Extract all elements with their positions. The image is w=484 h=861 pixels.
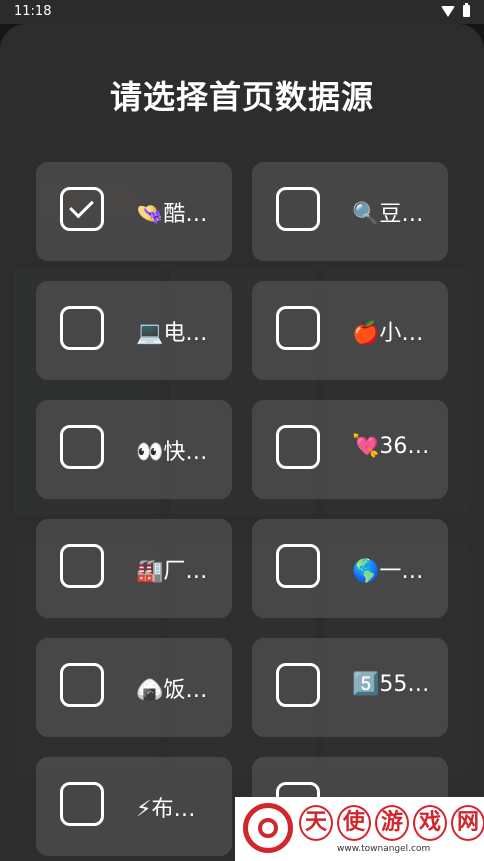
- source-option[interactable]: 🏭厂…: [36, 519, 232, 618]
- checkbox[interactable]: [60, 544, 104, 588]
- checkbox[interactable]: [60, 663, 104, 707]
- source-option[interactable]: 🍙饭…: [36, 638, 232, 737]
- source-label: 🍙饭…: [136, 678, 208, 703]
- wifi-icon: [441, 5, 455, 17]
- battery-icon: [463, 3, 470, 17]
- source-label: 👀快…: [136, 440, 208, 465]
- status-bar: 11:18: [0, 0, 484, 24]
- checkbox[interactable]: [276, 187, 320, 231]
- source-label: 🍎小…: [352, 321, 424, 346]
- source-option[interactable]: 💻电…: [36, 281, 232, 380]
- source-label: 💘36…: [352, 434, 430, 459]
- source-label: 🏭厂…: [136, 559, 208, 584]
- data-source-dialog: 请选择首页数据源 👒酷… 🔍豆… 💻电… 🍎小… 👀快… 💘36… 🏭厂… 🌎一… 🍙饭… 5️⃣…: [0, 24, 484, 861]
- source-label: 👒酷…: [136, 202, 208, 227]
- source-label: ⚡布…: [136, 797, 196, 822]
- source-option[interactable]: 👒酷…: [36, 162, 232, 261]
- watermark-text: 天使游戏网: [299, 805, 484, 841]
- source-option[interactable]: 💘36…: [252, 400, 448, 499]
- checkbox[interactable]: [60, 782, 104, 826]
- watermark-url: www.townangel.com: [337, 844, 431, 854]
- source-label: 💻电…: [136, 321, 208, 346]
- checkbox[interactable]: [276, 425, 320, 469]
- watermark-char: 网: [451, 805, 484, 841]
- source-label: 🔍豆…: [352, 202, 424, 227]
- checkbox[interactable]: [276, 306, 320, 350]
- source-option[interactable]: 🌎一…: [252, 519, 448, 618]
- checkbox[interactable]: [276, 544, 320, 588]
- watermark-char: 天: [299, 805, 333, 841]
- checkbox[interactable]: [60, 306, 104, 350]
- source-option[interactable]: 5️⃣55…: [252, 638, 448, 737]
- watermark-char: 使: [337, 805, 371, 841]
- source-label: 5️⃣55…: [352, 672, 430, 697]
- watermark-char: 游: [375, 805, 409, 841]
- source-option[interactable]: 🍎小…: [252, 281, 448, 380]
- source-label: 🌎一…: [352, 559, 424, 584]
- checkbox[interactable]: [60, 425, 104, 469]
- source-option[interactable]: 🔍豆…: [252, 162, 448, 261]
- source-option[interactable]: ⚡布…: [36, 757, 232, 856]
- checkbox-checked[interactable]: [60, 187, 104, 231]
- status-time: 11:18: [14, 4, 52, 19]
- site-watermark: 天使游戏网 www.townangel.com: [235, 797, 484, 861]
- source-option[interactable]: 👀快…: [36, 400, 232, 499]
- watermark-char: 戏: [413, 805, 447, 841]
- watermark-logo: [243, 803, 293, 853]
- checkbox[interactable]: [276, 663, 320, 707]
- source-grid: 👒酷… 🔍豆… 💻电… 🍎小… 👀快… 💘36… 🏭厂… 🌎一… 🍙饭… 5️⃣55… ⚡布…: [0, 24, 484, 861]
